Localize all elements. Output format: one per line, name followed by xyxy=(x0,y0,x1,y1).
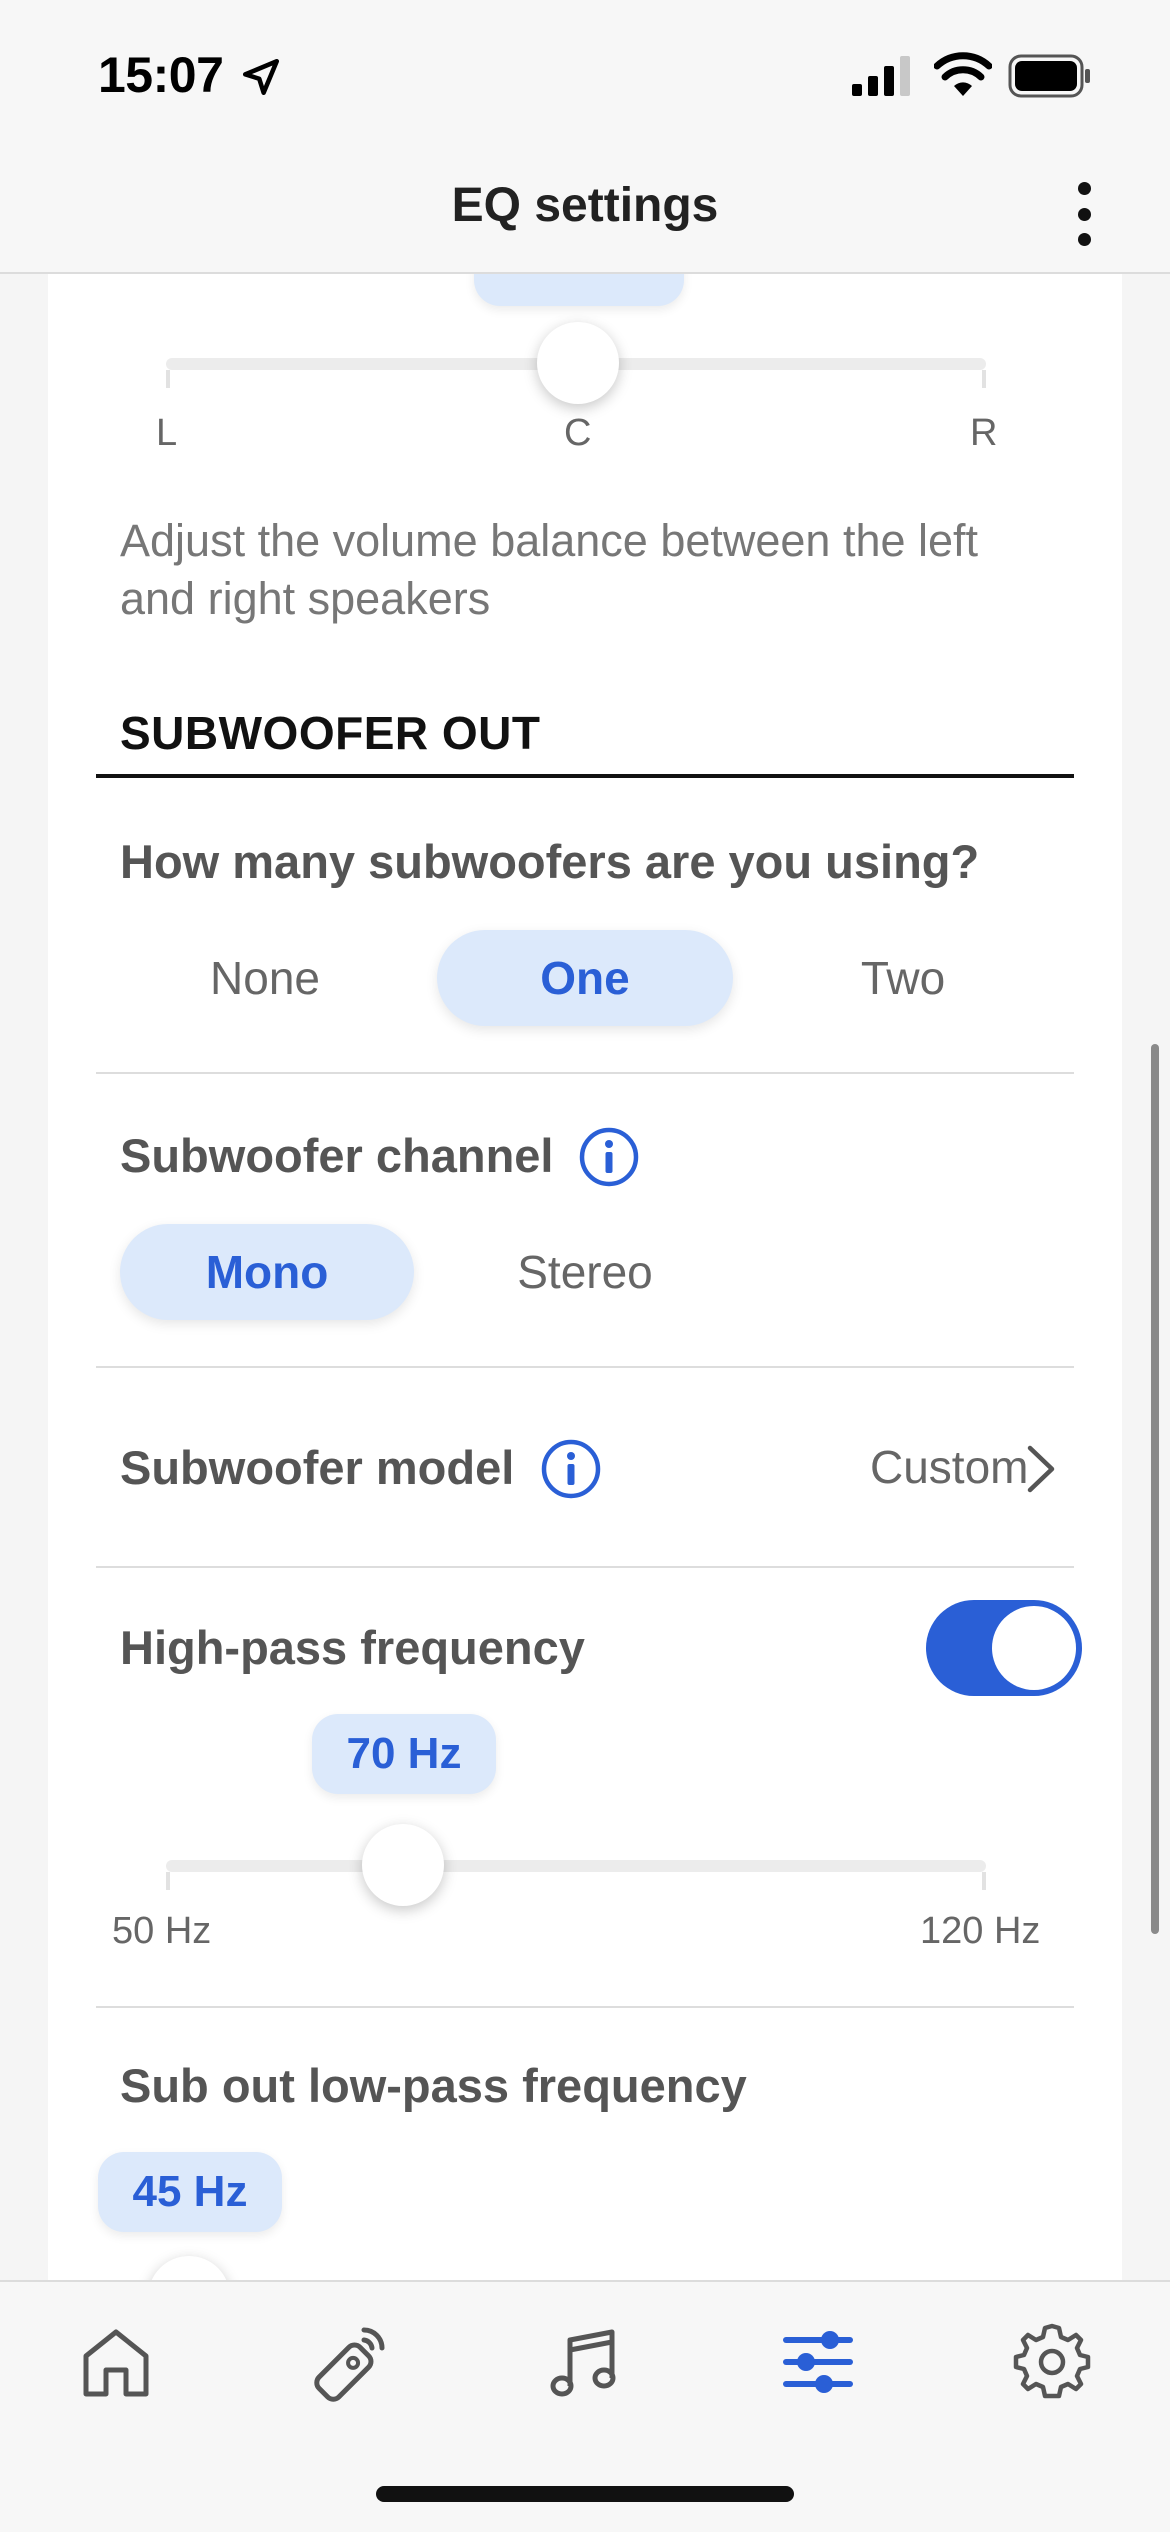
more-dot-icon xyxy=(1077,182,1091,195)
balance-description: Adjust the volume balance between the le… xyxy=(120,515,979,624)
balance-tick-label-left: L xyxy=(156,412,178,454)
more-dot-icon xyxy=(1077,207,1091,221)
subwoofer-channel-option-stereo[interactable]: Stereo xyxy=(438,1224,732,1320)
low-pass-slider-thumb[interactable] xyxy=(148,2256,230,2280)
cellular-signal-icon xyxy=(852,56,910,96)
settings-gear-icon[interactable] xyxy=(1010,2320,1094,2404)
app-header: EQ settings xyxy=(0,150,1170,274)
info-icon[interactable] xyxy=(540,1438,602,1500)
balance-tick xyxy=(166,370,170,388)
home-indicator[interactable] xyxy=(376,2486,794,2502)
status-bar: 15:07 xyxy=(0,0,1170,150)
section-title-subwoofer-out: SUBWOOFER OUT xyxy=(120,707,541,759)
high-pass-toggle[interactable] xyxy=(926,1600,1082,1696)
subwoofer-model-row[interactable]: Subwoofer model Custom xyxy=(96,1368,1074,1566)
subwoofer-count-option-one[interactable]: One xyxy=(437,930,733,1026)
settings-scroll-view[interactable]: L C R Adjust the volume balance between … xyxy=(0,274,1170,2280)
chevron-right-icon xyxy=(1027,1445,1055,1493)
low-pass-label: Sub out low-pass frequency xyxy=(120,2059,747,2112)
balance-tick xyxy=(982,370,986,388)
subwoofer-channel-label: Subwoofer channel xyxy=(120,1129,554,1182)
subwoofer-count-question: How many subwoofers are you using? xyxy=(120,835,980,888)
home-icon[interactable] xyxy=(74,2320,158,2404)
toggle-knob xyxy=(992,1606,1076,1690)
equalizer-icon[interactable] xyxy=(776,2320,860,2404)
more-options-button[interactable] xyxy=(1064,176,1104,252)
subwoofer-model-label: Subwoofer model xyxy=(120,1441,515,1494)
balance-value-badge xyxy=(474,274,684,306)
high-pass-tick xyxy=(166,1872,170,1890)
info-icon[interactable] xyxy=(578,1126,640,1188)
section-rule xyxy=(96,774,1074,778)
divider xyxy=(96,1566,1074,1568)
wifi-icon xyxy=(934,52,992,96)
high-pass-slider-thumb[interactable] xyxy=(362,1824,444,1906)
divider xyxy=(96,2006,1074,2008)
low-pass-value-badge: 45 Hz xyxy=(98,2152,282,2232)
high-pass-label: High-pass frequency xyxy=(120,1621,585,1674)
balance-tick-label-right: R xyxy=(970,412,998,454)
settings-card: L C R Adjust the volume balance between … xyxy=(48,274,1122,2280)
music-icon[interactable] xyxy=(542,2320,626,2404)
divider xyxy=(96,1072,1074,1074)
scrollbar[interactable] xyxy=(1151,1044,1159,1934)
high-pass-min-label: 50 Hz xyxy=(112,1910,212,1952)
high-pass-value-badge: 70 Hz xyxy=(312,1714,496,1794)
remote-icon[interactable] xyxy=(308,2320,392,2404)
battery-icon xyxy=(1008,54,1090,98)
subwoofer-channel-option-mono[interactable]: Mono xyxy=(120,1224,414,1320)
balance-tick-label-center: C xyxy=(564,412,592,454)
subwoofer-count-option-two[interactable]: Two xyxy=(758,930,1048,1026)
more-dot-icon xyxy=(1077,233,1091,246)
high-pass-tick xyxy=(982,1872,986,1890)
subwoofer-model-value: Custom xyxy=(870,1441,1029,1493)
location-arrow-icon xyxy=(242,58,280,96)
status-time: 15:07 xyxy=(98,47,224,103)
high-pass-slider-track[interactable] xyxy=(166,1860,986,1872)
page-title: EQ settings xyxy=(451,179,719,232)
balance-slider-thumb[interactable] xyxy=(537,322,619,404)
high-pass-max-label: 120 Hz xyxy=(920,1910,1041,1952)
subwoofer-count-option-none[interactable]: None xyxy=(120,930,410,1026)
